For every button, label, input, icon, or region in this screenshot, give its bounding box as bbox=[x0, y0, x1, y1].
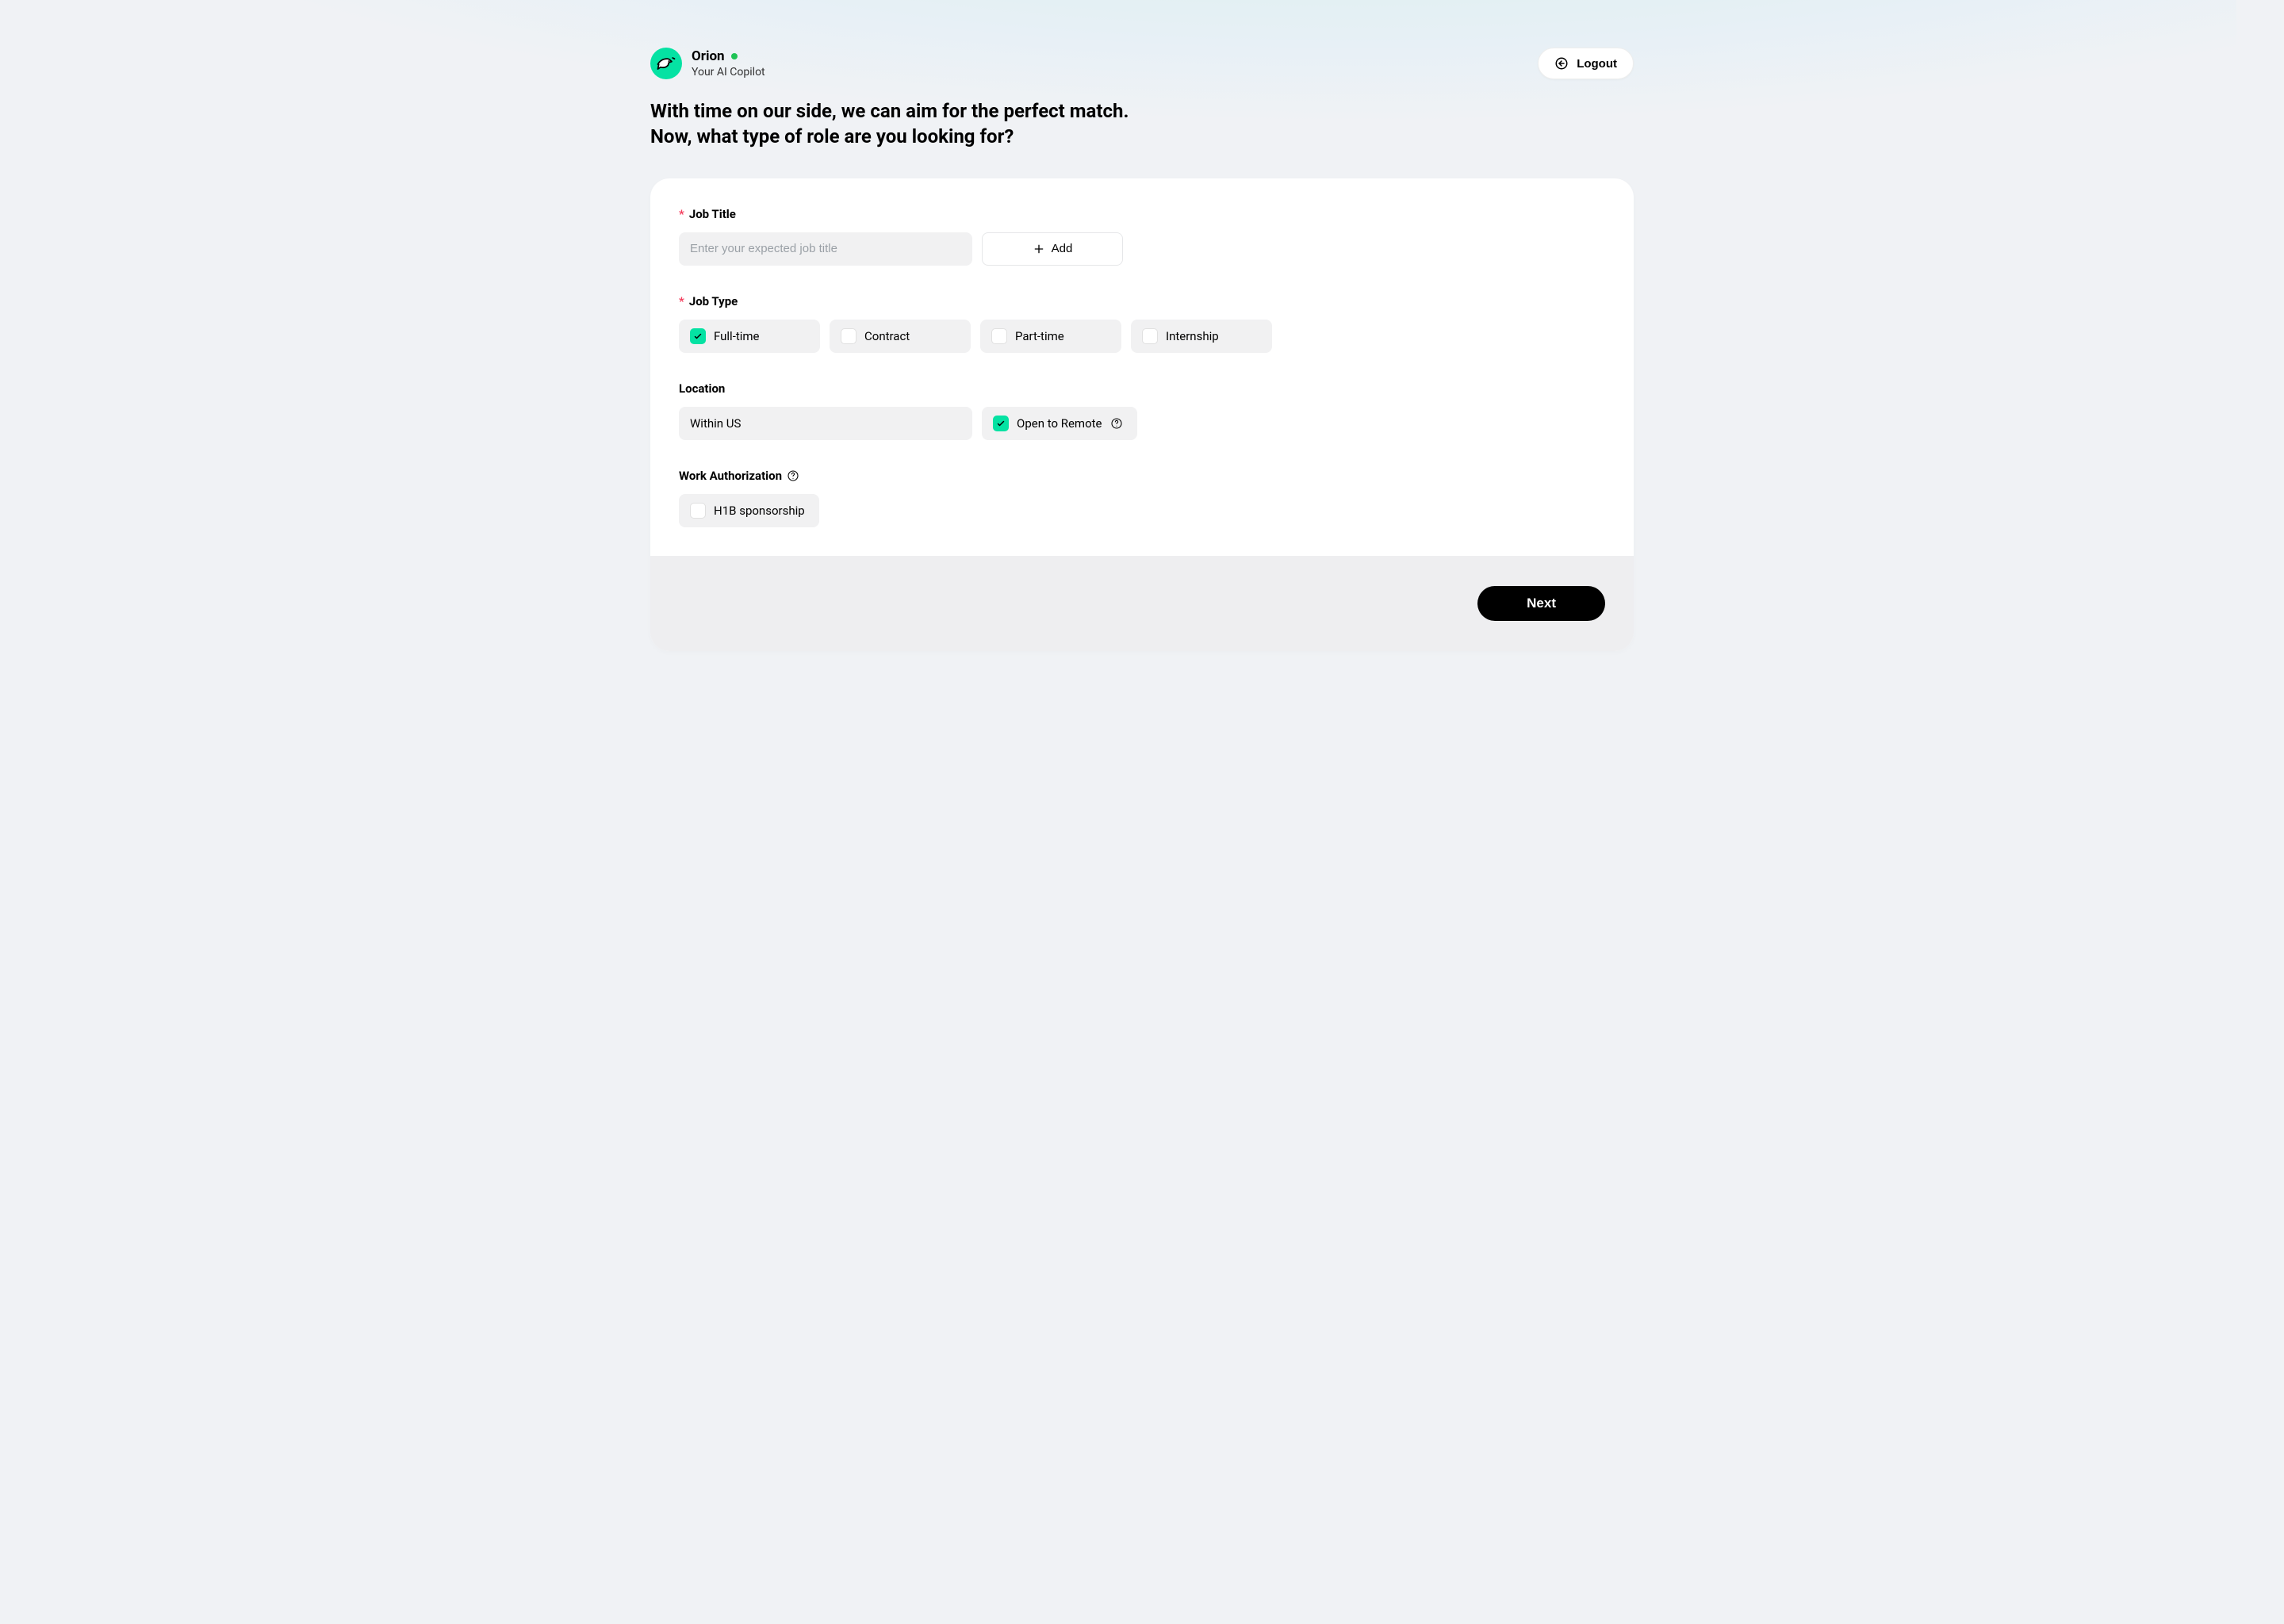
jobtype-option[interactable]: Part-time bbox=[980, 320, 1121, 353]
checkbox-icon bbox=[690, 328, 706, 344]
field-location: Location Within US Open to Remote bbox=[679, 381, 1605, 440]
plus-icon bbox=[1033, 243, 1045, 255]
required-asterisk-icon: * bbox=[679, 207, 684, 221]
page-title: With time on our side, we can aim for th… bbox=[650, 98, 1634, 150]
add-button[interactable]: Add bbox=[982, 232, 1123, 266]
remote-label: Open to Remote bbox=[1017, 416, 1102, 431]
jobtype-option[interactable]: Contract bbox=[830, 320, 971, 353]
checkbox-icon bbox=[1142, 328, 1158, 344]
form-card: * Job Title Add bbox=[650, 178, 1634, 651]
h1b-label: H1B sponsorship bbox=[714, 504, 805, 518]
logout-label: Logout bbox=[1577, 57, 1617, 71]
location-label: Location bbox=[679, 381, 725, 396]
jobtype-option[interactable]: Full-time bbox=[679, 320, 820, 353]
brand-subtitle: Your AI Copilot bbox=[692, 66, 765, 79]
add-label: Add bbox=[1052, 242, 1073, 255]
job-title-label: Job Title bbox=[689, 207, 736, 221]
help-icon bbox=[787, 469, 799, 482]
field-job-title: * Job Title Add bbox=[679, 207, 1605, 266]
help-icon bbox=[1110, 417, 1123, 430]
location-select[interactable]: Within US bbox=[679, 407, 972, 440]
remote-option[interactable]: Open to Remote bbox=[982, 407, 1137, 440]
job-type-label: Job Type bbox=[689, 294, 738, 308]
jobtype-label: Part-time bbox=[1015, 329, 1064, 343]
checkbox-icon bbox=[991, 328, 1007, 344]
job-title-input[interactable] bbox=[679, 232, 972, 266]
jobtype-label: Internship bbox=[1166, 329, 1219, 343]
h1b-option[interactable]: H1B sponsorship bbox=[679, 494, 819, 527]
jobtype-label: Full-time bbox=[714, 329, 760, 343]
brand-name: Orion bbox=[692, 48, 725, 64]
checkbox-icon bbox=[690, 503, 706, 519]
next-label: Next bbox=[1527, 596, 1556, 611]
brand-logo-icon bbox=[650, 48, 682, 79]
logout-button[interactable]: Logout bbox=[1538, 48, 1634, 79]
jobtype-label: Contract bbox=[864, 329, 910, 343]
checkbox-icon bbox=[993, 416, 1009, 431]
card-footer: Next bbox=[650, 556, 1634, 651]
logout-icon bbox=[1554, 56, 1569, 71]
field-job-type: * Job Type Full-time Contract bbox=[679, 294, 1605, 353]
field-work-authorization: Work Authorization H1B sponsorship bbox=[679, 469, 1605, 527]
brand: Orion Your AI Copilot bbox=[650, 48, 765, 79]
location-value: Within US bbox=[690, 416, 741, 431]
required-asterisk-icon: * bbox=[679, 294, 684, 308]
checkbox-icon bbox=[841, 328, 856, 344]
work-auth-label: Work Authorization bbox=[679, 469, 782, 483]
next-button[interactable]: Next bbox=[1477, 586, 1605, 621]
jobtype-option[interactable]: Internship bbox=[1131, 320, 1272, 353]
status-dot-icon bbox=[731, 53, 738, 59]
